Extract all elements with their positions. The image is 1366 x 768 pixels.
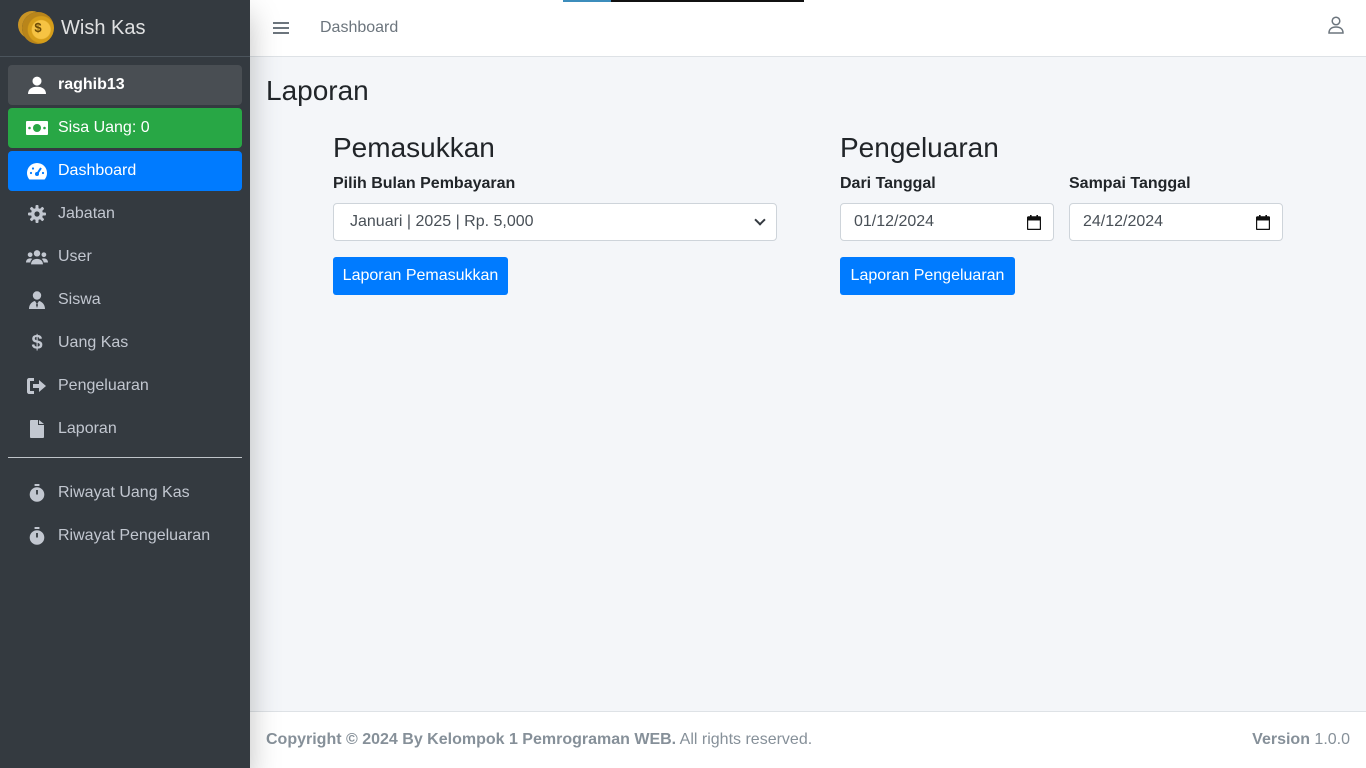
sidebar-user[interactable]: raghib13 bbox=[8, 65, 242, 105]
sidebar-item-label: Laporan bbox=[58, 420, 117, 437]
sidebar-balance-label: Sisa Uang: 0 bbox=[58, 119, 150, 136]
money-bill-icon bbox=[26, 118, 48, 138]
sidebar-user-name: raghib13 bbox=[58, 76, 125, 93]
user-menu-icon[interactable] bbox=[1328, 16, 1344, 39]
header-dashboard-link[interactable]: Dashboard bbox=[320, 19, 398, 37]
sidebar-item-siswa[interactable]: Siswa bbox=[8, 280, 242, 320]
brand-name: Wish Kas bbox=[61, 16, 146, 39]
users-icon bbox=[26, 247, 48, 267]
user-icon bbox=[26, 75, 48, 95]
footer-copyright: Copyright © 2024 By Kelompok 1 Pemrogram… bbox=[266, 731, 812, 749]
sidebar-item-label: Jabatan bbox=[58, 205, 115, 222]
brand-link[interactable]: $ Wish Kas bbox=[0, 0, 250, 57]
sidebar-item-jabatan[interactable]: Jabatan bbox=[8, 194, 242, 234]
hamburger-menu-icon[interactable] bbox=[273, 19, 289, 37]
gear-icon bbox=[26, 204, 48, 224]
sidebar-item-label: Riwayat Uang Kas bbox=[58, 484, 190, 501]
sidebar-item-label: Siswa bbox=[58, 291, 101, 308]
sidebar-item-laporan[interactable]: Laporan bbox=[8, 409, 242, 449]
month-select[interactable]: Januari | 2025 | Rp. 5,000 bbox=[333, 203, 777, 241]
tachometer-icon bbox=[26, 161, 48, 181]
loading-bar bbox=[563, 0, 804, 2]
user-tie-icon bbox=[26, 290, 48, 310]
sidebar-item-dashboard[interactable]: Dashboard bbox=[8, 151, 242, 191]
footer-version-label: Version bbox=[1252, 731, 1310, 748]
expense-report-button[interactable]: Laporan Pengeluaran bbox=[840, 257, 1015, 295]
from-date-label: Dari Tanggal bbox=[840, 175, 936, 192]
stopwatch-icon bbox=[26, 526, 48, 546]
stopwatch-icon bbox=[26, 483, 48, 503]
sidebar-nav: raghib13 Sisa Uang: 0 Dashboard Jabatan … bbox=[0, 57, 250, 556]
sidebar-item-label: Uang Kas bbox=[58, 334, 129, 351]
sidebar-item-label: Riwayat Pengeluaran bbox=[58, 527, 211, 544]
to-date-label: Sampai Tanggal bbox=[1069, 175, 1191, 192]
sidebar-item-riwayat-uang-kas[interactable]: Riwayat Uang Kas bbox=[8, 473, 242, 513]
sidebar-item-user[interactable]: User bbox=[8, 237, 242, 277]
page-title: Laporan bbox=[266, 75, 369, 106]
main-content: Laporan Pemasukkan Pilih Bulan Pembayara… bbox=[250, 57, 1366, 711]
to-date-value: 24/12/2024 bbox=[1083, 213, 1164, 230]
top-navbar: Dashboard bbox=[250, 0, 1366, 57]
income-report-button[interactable]: Laporan Pemasukkan bbox=[333, 257, 508, 295]
sidebar-item-label: Dashboard bbox=[58, 162, 137, 179]
to-date-input[interactable]: 24/12/2024 bbox=[1069, 203, 1283, 241]
footer-copyright-bold: Copyright © 2024 By Kelompok 1 Pemrogram… bbox=[266, 731, 677, 748]
footer: Copyright © 2024 By Kelompok 1 Pemrogram… bbox=[250, 711, 1366, 768]
footer-version: Version 1.0.0 bbox=[1252, 731, 1350, 749]
calendar-icon[interactable] bbox=[1255, 215, 1271, 235]
sidebar-item-uang-kas[interactable]: $ Uang Kas bbox=[8, 323, 242, 363]
sign-out-icon bbox=[26, 376, 48, 396]
sidebar-item-label: User bbox=[58, 248, 92, 265]
from-date-value: 01/12/2024 bbox=[854, 213, 935, 230]
expense-title: Pengeluaran bbox=[840, 132, 999, 163]
footer-copyright-rest: All rights reserved. bbox=[676, 731, 813, 748]
coin-logo-icon: $ bbox=[22, 12, 54, 44]
calendar-icon[interactable] bbox=[1026, 215, 1042, 235]
sidebar: $ Wish Kas raghib13 Sisa Uang: 0 Dashboa… bbox=[0, 0, 250, 768]
month-select-value: Januari | 2025 | Rp. 5,000 bbox=[350, 213, 534, 230]
month-select-label: Pilih Bulan Pembayaran bbox=[333, 175, 516, 192]
sidebar-item-riwayat-pengeluaran[interactable]: Riwayat Pengeluaran bbox=[8, 516, 242, 556]
sidebar-item-label: Pengeluaran bbox=[58, 377, 149, 394]
sidebar-divider bbox=[8, 457, 242, 458]
chevron-down-icon bbox=[754, 214, 766, 226]
income-title: Pemasukkan bbox=[333, 132, 495, 163]
from-date-input[interactable]: 01/12/2024 bbox=[840, 203, 1054, 241]
file-icon bbox=[26, 419, 48, 439]
sidebar-item-pengeluaran[interactable]: Pengeluaran bbox=[8, 366, 242, 406]
sidebar-balance[interactable]: Sisa Uang: 0 bbox=[8, 108, 242, 148]
footer-version-value: 1.0.0 bbox=[1309, 731, 1350, 748]
dollar-icon: $ bbox=[31, 331, 43, 354]
